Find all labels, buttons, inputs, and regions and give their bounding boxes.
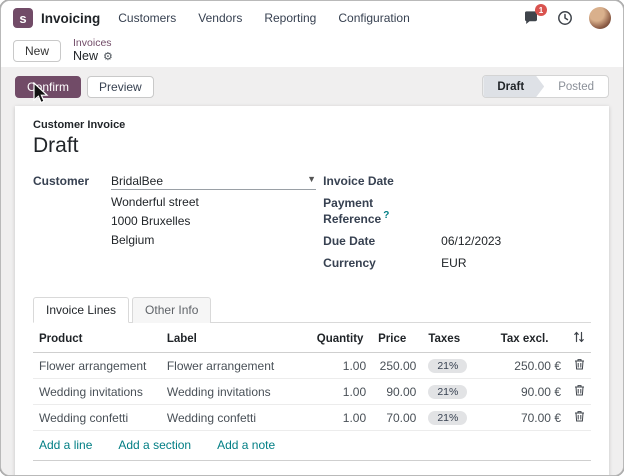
work-area: Confirm Preview Draft Posted Customer In… bbox=[1, 67, 623, 475]
optional-columns-icon bbox=[573, 331, 585, 346]
cell-taxes[interactable]: 21% bbox=[422, 352, 495, 379]
messages-button[interactable]: 1 bbox=[521, 4, 547, 28]
confirm-button[interactable]: Confirm bbox=[15, 75, 82, 98]
control-panel: Confirm Preview Draft Posted bbox=[15, 75, 609, 98]
top-navbar: s Invoicing Customers Vendors Reporting … bbox=[1, 1, 623, 35]
app-window: s Invoicing Customers Vendors Reporting … bbox=[0, 0, 624, 476]
cell-product[interactable]: Wedding confetti bbox=[33, 404, 161, 431]
chevron-down-icon: ▼ bbox=[307, 174, 316, 184]
col-subtotal[interactable]: Tax excl. bbox=[494, 325, 567, 353]
tab-other-info[interactable]: Other Info bbox=[132, 297, 212, 323]
messages-count-badge: 1 bbox=[535, 4, 547, 16]
menu-item-vendors[interactable]: Vendors bbox=[198, 11, 242, 25]
action-gear-icon[interactable]: ⚙ bbox=[103, 51, 113, 63]
cell-price[interactable]: 250.00 bbox=[372, 352, 423, 379]
table-header-row: Product Label Quantity Price Taxes Tax e… bbox=[33, 325, 591, 353]
cell-product[interactable]: Wedding invitations bbox=[33, 378, 161, 405]
activities-button[interactable] bbox=[555, 8, 575, 28]
cell-quantity[interactable]: 1.00 bbox=[310, 352, 373, 379]
delete-line-button[interactable] bbox=[574, 384, 585, 399]
new-button[interactable]: New bbox=[13, 40, 62, 62]
status-step-draft[interactable]: Draft bbox=[483, 76, 544, 97]
invoice-date-label: Invoice Date bbox=[323, 174, 394, 188]
user-avatar[interactable] bbox=[589, 7, 611, 29]
currency-field[interactable]: EUR bbox=[441, 256, 466, 270]
notebook-tabs: Invoice Lines Other Info bbox=[33, 296, 591, 323]
cell-price[interactable]: 90.00 bbox=[372, 378, 423, 405]
delete-line-button[interactable] bbox=[574, 410, 585, 425]
breadcrumb-current: New bbox=[73, 48, 99, 63]
due-date-field[interactable]: 06/12/2023 bbox=[441, 234, 501, 248]
status-bar: Draft Posted bbox=[482, 75, 609, 98]
tax-badge: 21% bbox=[428, 385, 468, 399]
cell-label[interactable]: Wedding confetti bbox=[160, 404, 311, 431]
invoice-sheet: Customer Invoice Draft Customer BridalBe… bbox=[15, 106, 609, 475]
cell-taxes[interactable]: 21% bbox=[422, 378, 495, 405]
cell-label[interactable]: Flower arrangement bbox=[160, 352, 311, 379]
main-menu: Customers Vendors Reporting Configuratio… bbox=[118, 11, 409, 25]
odoo-logo-icon[interactable]: s bbox=[13, 8, 33, 28]
invoice-form: Customer BridalBee ▼ Wonderful street 10… bbox=[33, 174, 591, 278]
add-a-note-link[interactable]: Add a note bbox=[217, 438, 275, 452]
status-step-posted[interactable]: Posted bbox=[544, 76, 608, 97]
customer-field[interactable]: BridalBee ▼ bbox=[111, 174, 316, 190]
cell-subtotal: 70.00 € bbox=[494, 404, 567, 431]
menu-item-configuration[interactable]: Configuration bbox=[338, 11, 409, 25]
cell-label[interactable]: Wedding invitations bbox=[160, 378, 311, 405]
add-a-section-link[interactable]: Add a section bbox=[118, 438, 191, 452]
customer-label: Customer bbox=[33, 174, 90, 188]
col-quantity[interactable]: Quantity bbox=[310, 325, 373, 353]
topbar-right: 1 bbox=[521, 4, 611, 29]
help-question-icon[interactable]: ? bbox=[383, 210, 389, 221]
cell-taxes[interactable]: 21% bbox=[422, 404, 495, 431]
cell-subtotal: 90.00 € bbox=[494, 378, 567, 405]
invoice-lines-table: Product Label Quantity Price Taxes Tax e… bbox=[33, 325, 591, 431]
address-line: Wonderful street bbox=[111, 195, 199, 209]
customer-value: BridalBee bbox=[111, 174, 164, 188]
customer-address: Wonderful street 1000 Bruxelles Belgium bbox=[111, 195, 316, 247]
tab-invoice-lines[interactable]: Invoice Lines bbox=[33, 297, 130, 323]
clock-icon bbox=[558, 11, 572, 25]
currency-label: Currency bbox=[323, 256, 376, 270]
col-product[interactable]: Product bbox=[33, 325, 161, 353]
cell-quantity[interactable]: 1.00 bbox=[310, 378, 373, 405]
invoice-line-row[interactable]: Flower arrangement Flower arrangement 1.… bbox=[33, 352, 591, 379]
cell-subtotal: 250.00 € bbox=[494, 352, 567, 379]
invoice-line-row[interactable]: Wedding invitations Wedding invitations … bbox=[33, 378, 591, 405]
menu-item-customers[interactable]: Customers bbox=[118, 11, 176, 25]
invoice-state-title: Draft bbox=[33, 134, 79, 157]
col-taxes[interactable]: Taxes bbox=[422, 325, 495, 353]
delete-line-button[interactable] bbox=[574, 358, 585, 373]
due-date-label: Due Date bbox=[323, 234, 376, 248]
col-price[interactable]: Price bbox=[372, 325, 423, 353]
optional-columns-button[interactable] bbox=[567, 325, 591, 353]
col-label[interactable]: Label bbox=[160, 325, 311, 353]
add-a-line-link[interactable]: Add a line bbox=[39, 438, 92, 452]
breadcrumb-bar: New Invoices New ⚙ bbox=[1, 35, 623, 67]
cell-product[interactable]: Flower arrangement bbox=[33, 352, 161, 379]
preview-button[interactable]: Preview bbox=[87, 75, 154, 98]
address-line: 1000 Bruxelles bbox=[111, 214, 191, 228]
invoice-line-row[interactable]: Wedding confetti Wedding confetti 1.00 7… bbox=[33, 404, 591, 431]
document-type-label: Customer Invoice bbox=[33, 119, 126, 131]
tax-badge: 21% bbox=[428, 359, 468, 373]
app-title: Invoicing bbox=[41, 10, 101, 26]
cell-price[interactable]: 70.00 bbox=[372, 404, 423, 431]
line-add-links: Add a line Add a section Add a note bbox=[33, 431, 591, 461]
breadcrumb: Invoices New ⚙ bbox=[73, 38, 113, 63]
cell-quantity[interactable]: 1.00 bbox=[310, 404, 373, 431]
payment-reference-label: Payment Reference? bbox=[323, 196, 390, 226]
tax-badge: 21% bbox=[428, 411, 468, 425]
address-line: Belgium bbox=[111, 233, 155, 247]
menu-item-reporting[interactable]: Reporting bbox=[264, 11, 316, 25]
